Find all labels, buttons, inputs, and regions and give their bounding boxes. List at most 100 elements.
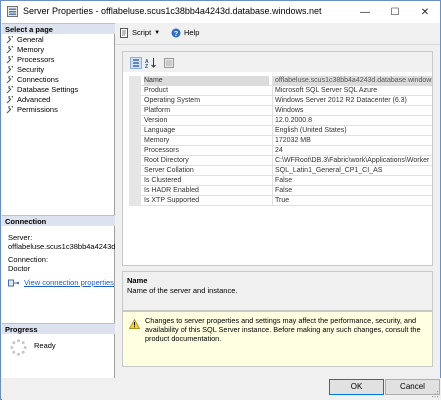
svg-text:?: ?: [174, 31, 178, 38]
script-label: Script: [132, 28, 152, 37]
wrench-icon: [6, 56, 14, 64]
grid-row-processors[interactable]: Processors 24: [141, 146, 432, 156]
window-title: Server Properties - offlabeluse.scus1c38…: [23, 6, 322, 16]
grid-value: offlabeluse.scus1c38bb4a4243d.database.w…: [272, 76, 432, 86]
grid-row-memory[interactable]: Memory 172032 MB: [141, 136, 432, 146]
grid-value: 24: [272, 146, 432, 156]
page-item-advanced[interactable]: Advanced: [6, 95, 50, 105]
property-pages-button[interactable]: [163, 57, 175, 69]
grid-key: Language: [144, 127, 176, 134]
button-bar: OK Cancel: [2, 378, 441, 400]
grid-key: Version: [144, 117, 168, 124]
grid-row-operating-system[interactable]: Operating System Windows Server 2012 R2 …: [141, 96, 432, 106]
close-button[interactable]: ✕: [410, 1, 440, 23]
grid-key: Processors: [144, 147, 180, 154]
page-item-general[interactable]: General: [6, 35, 44, 45]
grid-row-root-directory[interactable]: Root Directory C:\WFRoot\DB.3\Fabric\wor…: [141, 156, 432, 166]
grid-row-product[interactable]: Product Microsoft SQL Server SQL Azure: [141, 86, 432, 96]
grid-value: False: [272, 176, 432, 186]
select-page-header: Select a page: [2, 23, 115, 34]
app-icon: [7, 6, 18, 17]
grid-row-language[interactable]: Language English (United States): [141, 126, 432, 136]
grid-row-is-clustered[interactable]: Is Clustered False: [141, 176, 432, 186]
grid-value: True: [272, 196, 432, 206]
ok-button[interactable]: OK: [329, 379, 384, 395]
page-item-label: Advanced: [17, 95, 51, 104]
wrench-icon: [6, 86, 14, 94]
page-item-connections[interactable]: Connections: [6, 75, 59, 85]
wrench-icon: [6, 66, 14, 74]
grid-key: Product: [144, 87, 169, 94]
grid-value: Windows Server 2012 R2 Datacenter (6.3): [272, 96, 432, 106]
page-item-memory[interactable]: Memory: [6, 45, 44, 55]
grid-value: C:\WFRoot\DB.3\Fabric\work\Applications\…: [272, 156, 432, 166]
grid-row-is-xtp-supported[interactable]: Is XTP Supported True: [141, 196, 432, 206]
wrench-icon: [6, 96, 14, 104]
grid-value: False: [272, 186, 432, 196]
server-label: Server:: [8, 233, 33, 242]
sort-az-icon: A Z: [145, 58, 156, 70]
grid-row-platform[interactable]: Platform Windows: [141, 106, 432, 116]
alphabetical-sort-button[interactable]: A Z: [145, 57, 157, 70]
page-item-processors[interactable]: Processors: [6, 55, 55, 65]
resize-grip-icon[interactable]: [431, 390, 439, 398]
grid-key: Operating System: [144, 97, 201, 104]
wrench-icon: [6, 106, 14, 114]
grid-row-is-hadr-enabled[interactable]: Is HADR Enabled False: [141, 186, 432, 196]
progress-spinner-icon: [10, 339, 27, 356]
page-item-label: Memory: [17, 45, 45, 54]
page-item-label: Connections: [17, 75, 59, 84]
script-button[interactable]: Script ▼: [120, 28, 160, 38]
page-item-security[interactable]: Security: [6, 65, 44, 75]
help-button[interactable]: ? Help: [171, 28, 199, 38]
svg-text:Z: Z: [145, 64, 148, 69]
grid-key: Is Clustered: [144, 177, 182, 184]
page-item-label: Database Settings: [17, 85, 79, 94]
grid-key: Platform: [144, 107, 171, 114]
description-text: Name of the server and instance.: [127, 286, 238, 295]
server-value: offlabeluse.scus1c38bb4a4243d.database.w…: [8, 242, 115, 251]
connection-properties-icon: [8, 279, 20, 286]
grid-key: Is HADR Enabled: [144, 187, 199, 194]
help-label: Help: [184, 28, 200, 37]
connection-value: Doctor: [8, 264, 31, 273]
description-title: Name: [127, 276, 148, 285]
categorized-icon: [133, 59, 139, 67]
wrench-icon: [6, 46, 14, 54]
grid-row-version[interactable]: Version 12.0.2000.8: [141, 116, 432, 126]
description-pane: Name Name of the server and instance.: [122, 271, 433, 311]
grid-value: Windows: [272, 106, 432, 116]
page-item-database-settings[interactable]: Database Settings: [6, 85, 78, 95]
page-item-label: Security: [17, 65, 45, 74]
wrench-icon: [6, 36, 14, 44]
grid-key: Name: [144, 76, 269, 86]
categorized-view-button[interactable]: [130, 57, 142, 69]
view-connection-properties-link[interactable]: View connection properties: [8, 278, 115, 287]
view-connection-properties-label: View connection properties: [24, 278, 114, 287]
property-pages-icon: [164, 58, 174, 68]
property-grid-toolbar: A Z: [123, 52, 432, 72]
grid-key: Is XTP Supported: [144, 197, 200, 204]
page-item-permissions[interactable]: Permissions: [6, 105, 58, 115]
page-item-label: Processors: [17, 55, 55, 64]
page-item-label: Permissions: [17, 105, 58, 114]
progress-header: Progress: [2, 323, 115, 334]
property-grid-panel: A Z Name offlabeluse.scus1c38bb4a4243d.d…: [122, 51, 433, 266]
grid-value: SQL_Latin1_General_CP1_CI_AS: [272, 166, 432, 176]
connection-header: Connection: [2, 215, 115, 226]
grid-key: Memory: [144, 137, 170, 144]
script-icon: [120, 28, 128, 38]
grid-key: Root Directory: [144, 157, 189, 164]
property-grid: Name offlabeluse.scus1c38bb4a4243d.datab…: [129, 76, 432, 206]
warning-box: Changes to server properties and setting…: [122, 311, 433, 367]
maximize-button[interactable]: ☐: [380, 1, 410, 23]
grid-value: English (United States): [272, 126, 432, 136]
grid-row-name[interactable]: Name offlabeluse.scus1c38bb4a4243d.datab…: [141, 76, 432, 86]
connection-label: Connection:: [8, 255, 49, 264]
grid-row-server-collation[interactable]: Server Collation SQL_Latin1_General_CP1_…: [141, 166, 432, 176]
minimize-button[interactable]: —: [350, 1, 380, 23]
title-bar[interactable]: Server Properties - offlabeluse.scus1c38…: [1, 1, 440, 23]
grid-value: Microsoft SQL Server SQL Azure: [272, 86, 432, 96]
toolbar: Script ▼ ? Help: [115, 23, 440, 45]
warning-text: Changes to server properties and setting…: [145, 316, 421, 343]
